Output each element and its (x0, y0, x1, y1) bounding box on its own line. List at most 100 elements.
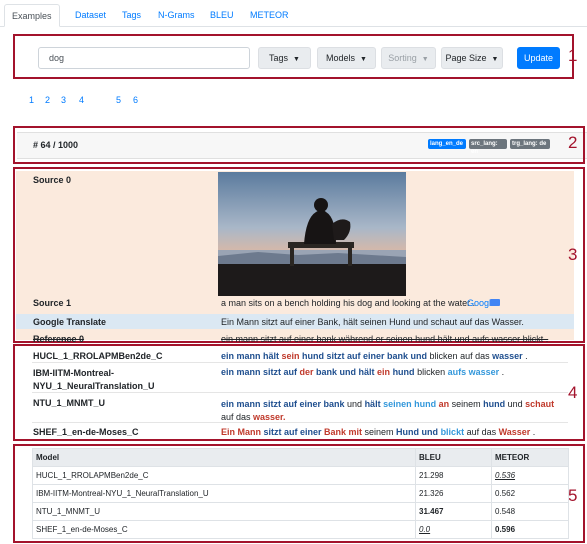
update-button[interactable]: Update (517, 47, 560, 69)
model-cell: HUCL_1_RROLAPMBen2de_C (32, 466, 416, 485)
output-token: seinen hund (383, 399, 439, 409)
table-row: HUCL_1_RROLAPMBen2de_C 21.298 0.536 (32, 466, 569, 485)
reference-label: Reference 0 (33, 334, 85, 344)
annotation-number-2: 2 (568, 133, 578, 152)
bleu-cell: 0.0 (415, 520, 492, 539)
models-dropdown-label: Models (326, 53, 356, 63)
output-token: der (299, 367, 314, 377)
page-link-3[interactable]: 3 (61, 95, 66, 105)
output-token: schaut (525, 399, 555, 409)
annotation-number-5: 5 (568, 486, 578, 505)
output-token: . (499, 367, 505, 377)
col-header-meteor: METEOR (491, 448, 569, 467)
src-lang-badge: src_lang: en (469, 139, 507, 155)
example-number: # 64 / 1000 (33, 140, 79, 150)
system-name-hucl: HUCL_1_RROLAPMBen2de_C (33, 351, 163, 361)
output-token: wasser. (253, 412, 286, 422)
models-dropdown[interactable]: Models ▼ (317, 47, 376, 69)
system-output-shef: Ein Mann sitzt auf einer Bank mit seinem… (221, 427, 535, 437)
table-row: IBM-IITM-Montreal-NYU_1_NeuralTranslatio… (32, 484, 569, 503)
tab-examples[interactable]: Examples (4, 4, 60, 27)
output-token: seinem (362, 427, 397, 437)
table-row: NTU_1_MNMT_U 31.467 0.548 (32, 502, 569, 521)
tags-dropdown-label: Tags (269, 53, 289, 63)
tab-tags[interactable]: Tags (115, 4, 148, 27)
page-link-2[interactable]: 2 (45, 95, 50, 105)
output-token: auf das (464, 427, 499, 437)
output-token: auf das (221, 412, 254, 422)
output-token: sein (281, 351, 300, 361)
output-token: sitzt auf einer (261, 427, 325, 437)
output-token: hund (483, 399, 506, 409)
meteor-cell: 0.562 (491, 484, 569, 503)
output-token: seinem (449, 399, 484, 409)
output-token: bank und hält (313, 367, 378, 377)
caret-down-icon: ▼ (360, 56, 367, 63)
tab-ngrams[interactable]: N-Grams (151, 4, 202, 27)
page-size-dropdown[interactable]: Page Size ▼ (441, 47, 503, 69)
output-token: hund (390, 367, 418, 377)
table-header-row: Model BLEU METEOR (32, 448, 569, 467)
source-0-label: Source 0 (33, 175, 72, 185)
output-token: blicken (417, 367, 448, 377)
page-link-6[interactable]: 6 (133, 95, 138, 105)
output-token: ein mann sitzt auf (221, 367, 300, 377)
source-1-label: Source 1 (33, 298, 72, 308)
google-translate-icon[interactable] (490, 299, 500, 306)
meteor-cell: 0.548 (491, 502, 569, 521)
divider (32, 362, 568, 363)
table-row: SHEF_1_en-de-Moses_C 0.0 0.596 (32, 520, 569, 539)
system-name-ntu: NTU_1_MNMT_U (33, 398, 106, 408)
lang-badge: lang_en_de (428, 139, 466, 149)
page-link-4[interactable]: 4 (79, 95, 84, 105)
meteor-cell: 0.596 (491, 520, 569, 539)
col-header-bleu: BLEU (415, 448, 492, 467)
trg-lang-badge: trg_lang: de (510, 139, 550, 149)
output-token: und (347, 399, 365, 409)
output-token: Bank mit (324, 427, 363, 437)
divider (32, 422, 568, 423)
caret-down-icon: ▼ (421, 56, 429, 63)
page-link-1[interactable]: 1 (29, 95, 34, 105)
divider (32, 392, 568, 393)
search-input[interactable]: dog (38, 47, 250, 69)
sorting-dropdown[interactable]: Sorting ▼ (381, 47, 436, 69)
tab-meteor[interactable]: METEOR (243, 4, 296, 27)
output-token: Wasser (498, 427, 531, 437)
page-link-5[interactable]: 5 (116, 95, 121, 105)
google-translate-label: Google Translate (33, 317, 107, 327)
google-translate-text: Ein Mann sitzt auf einer Bank, hält sein… (221, 317, 524, 327)
output-token: hund sitzt auf einer bank und (299, 351, 430, 361)
model-cell: IBM-IITM-Montreal-NYU_1_NeuralTranslatio… (32, 484, 416, 503)
tab-dataset[interactable]: Dataset (68, 4, 113, 27)
output-token: hält (364, 399, 384, 409)
reference-text: ein mann sitzt auf einer bank während er… (221, 334, 549, 344)
annotation-number-4: 4 (568, 383, 578, 402)
tags-dropdown[interactable]: Tags ▼ (258, 47, 311, 69)
caret-down-icon: ▼ (491, 56, 499, 63)
bleu-cell: 21.298 (415, 466, 492, 485)
caret-down-icon: ▼ (293, 56, 300, 63)
bleu-cell: 21.326 (415, 484, 492, 503)
system-name-ibm: IBM-IITM-Montreal-NYU_1_NeuralTranslatio… (33, 368, 155, 391)
bleu-cell: 31.467 (415, 502, 492, 521)
output-token: . (530, 427, 536, 437)
output-token: blicken auf das (429, 351, 493, 361)
tab-bleu[interactable]: BLEU (203, 4, 241, 27)
output-token: Ein Mann (221, 427, 261, 437)
system-output-ibm: ein mann sitzt auf der bank und hält ein… (221, 367, 504, 377)
annotation-number-3: 3 (568, 245, 578, 264)
model-cell: SHEF_1_en-de-Moses_C (32, 520, 416, 539)
output-token: und (505, 399, 526, 409)
meteor-cell: 0.536 (491, 466, 569, 485)
source-image (218, 172, 406, 296)
system-output-hucl: ein mann hält sein hund sitzt auf einer … (221, 351, 528, 361)
page-size-dropdown-label: Page Size (445, 53, 487, 63)
output-token: blickt (440, 427, 465, 437)
source-1-text: a man sits on a bench holding his dog an… (221, 298, 476, 308)
annotation-number-1: 1 (568, 46, 578, 65)
output-token: ein mann sitzt auf einer bank (221, 399, 348, 409)
col-header-model: Model (32, 448, 416, 467)
output-token: ein (377, 367, 391, 377)
model-cell: NTU_1_MNMT_U (32, 502, 416, 521)
